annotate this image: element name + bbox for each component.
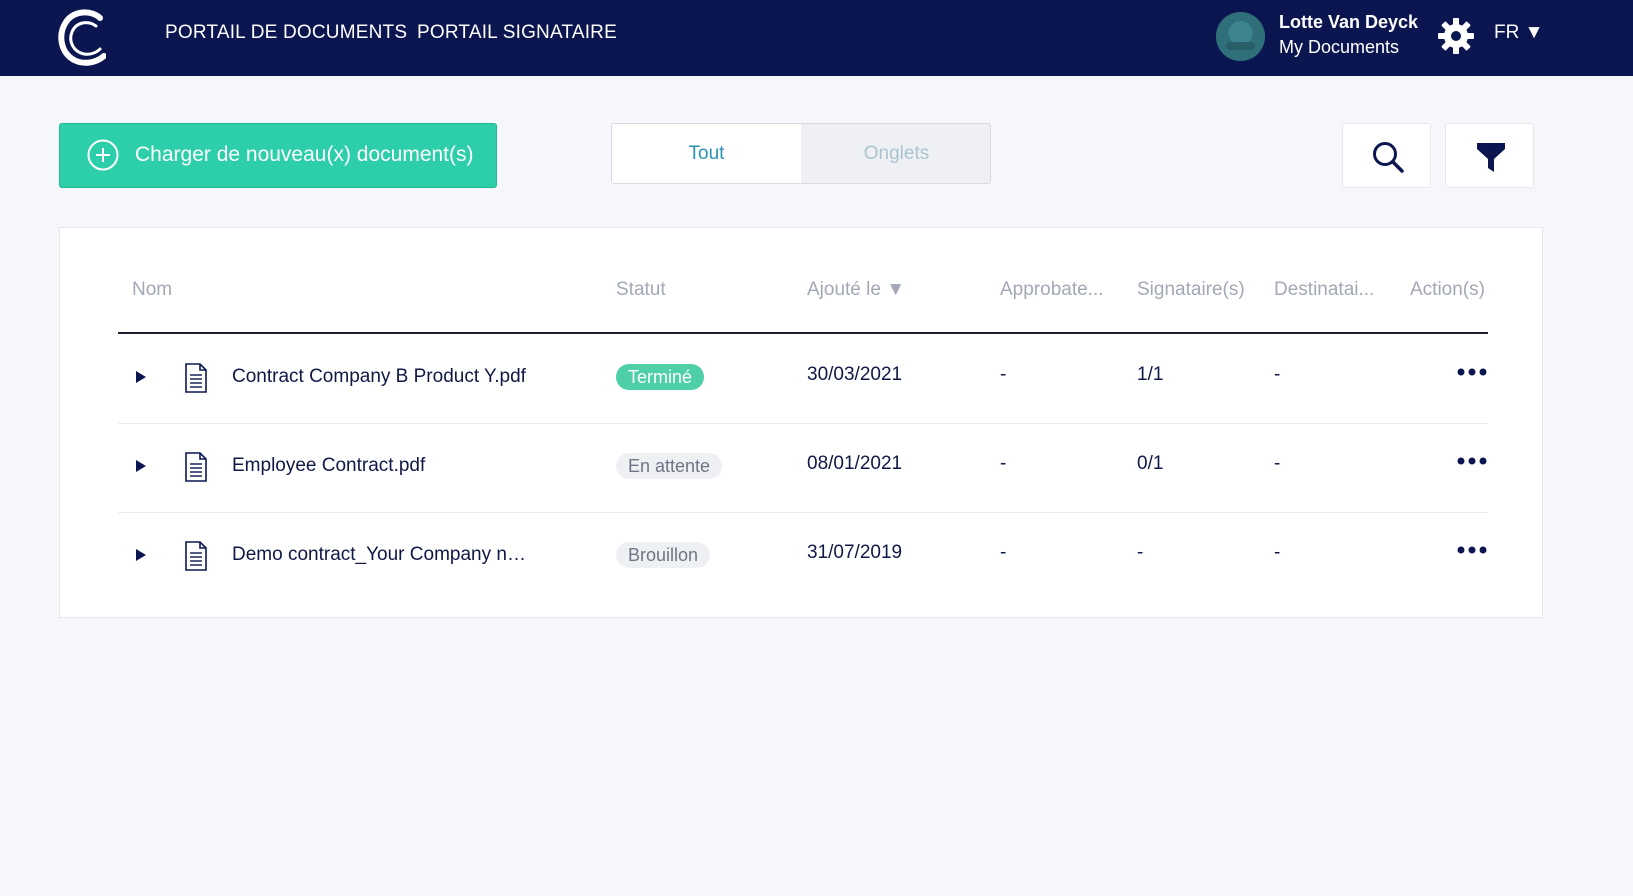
column-header-added-date[interactable]: Ajouté le ▼ — [807, 279, 905, 301]
gear-icon[interactable] — [1437, 17, 1475, 55]
filter-icon — [1477, 143, 1505, 172]
status-badge: Brouillon — [616, 542, 711, 568]
added-date: 30/03/2021 — [807, 364, 903, 385]
more-dots-icon[interactable] — [1457, 544, 1487, 556]
expand-arrow-icon[interactable] — [135, 548, 147, 562]
document-icon — [185, 363, 207, 393]
expand-arrow-icon[interactable] — [135, 370, 147, 384]
column-header-recipients[interactable]: Destinatai... — [1274, 279, 1374, 301]
column-header-actions: Action(s) — [1410, 279, 1485, 300]
approvers-value: - — [1000, 364, 1007, 385]
approvers-value: - — [1000, 542, 1007, 563]
avatar-icon — [1216, 12, 1265, 61]
signers-value: - — [1137, 542, 1144, 563]
top-navigation-bar: PORTAIL DE DOCUMENTS PORTAIL SIGNATAIRE … — [0, 0, 1633, 76]
status-badge: En attente — [616, 453, 723, 479]
company-logo-icon[interactable] — [58, 8, 106, 66]
document-name[interactable]: Contract Company B Product Y.pdf — [232, 366, 532, 388]
status-badge: Terminé — [616, 364, 705, 390]
signers-value: 1/1 — [1137, 364, 1164, 385]
signers-value: 0/1 — [1137, 453, 1164, 474]
column-header-approvers[interactable]: Approbate... — [1000, 279, 1104, 301]
column-header-signers[interactable]: Signataire(s) — [1137, 279, 1245, 301]
nav-document-portal[interactable]: PORTAIL DE DOCUMENTS — [165, 22, 407, 44]
filter-button[interactable] — [1445, 123, 1534, 188]
search-button[interactable] — [1342, 123, 1431, 188]
added-date: 31/07/2019 — [807, 542, 903, 563]
document-icon — [185, 452, 207, 482]
more-dots-icon[interactable] — [1457, 455, 1487, 467]
recipients-value: - — [1274, 364, 1281, 385]
table-row[interactable]: Demo contract_Your Company na... Brouill… — [118, 512, 1488, 601]
upload-documents-button[interactable]: Charger de nouveau(x) document(s) — [59, 123, 497, 188]
document-name[interactable]: Demo contract_Your Company na... — [232, 544, 532, 566]
column-header-status[interactable]: Statut — [616, 279, 666, 301]
language-selector[interactable]: FR ▼ — [1494, 22, 1543, 44]
added-date: 08/01/2021 — [807, 453, 903, 474]
view-toggle: Tout Onglets — [611, 123, 991, 184]
toggle-tabs[interactable]: Onglets — [802, 124, 990, 183]
more-dots-icon[interactable] — [1457, 366, 1487, 378]
search-icon — [1373, 142, 1404, 173]
user-name[interactable]: Lotte Van Deyck — [1279, 12, 1418, 33]
recipients-value: - — [1274, 453, 1281, 474]
table-row[interactable]: Contract Company B Product Y.pdf Terminé… — [118, 334, 1488, 423]
approvers-value: - — [1000, 453, 1007, 474]
document-icon — [185, 541, 207, 571]
column-header-name[interactable]: Nom — [132, 279, 172, 301]
user-subtitle[interactable]: My Documents — [1279, 37, 1399, 58]
upload-button-label: Charger de nouveau(x) document(s) — [135, 143, 474, 166]
plus-circle-icon — [87, 139, 119, 171]
recipients-value: - — [1274, 542, 1281, 563]
nav-signer-portal[interactable]: PORTAIL SIGNATAIRE — [417, 22, 617, 44]
expand-arrow-icon[interactable] — [135, 459, 147, 473]
toggle-all[interactable]: Tout — [612, 124, 801, 183]
documents-table: Nom Statut Ajouté le ▼ Approbate... Sign… — [59, 227, 1543, 618]
document-name[interactable]: Employee Contract.pdf — [232, 455, 532, 477]
avatar[interactable] — [1216, 12, 1265, 61]
table-row[interactable]: Employee Contract.pdf En attente 08/01/2… — [118, 423, 1488, 512]
